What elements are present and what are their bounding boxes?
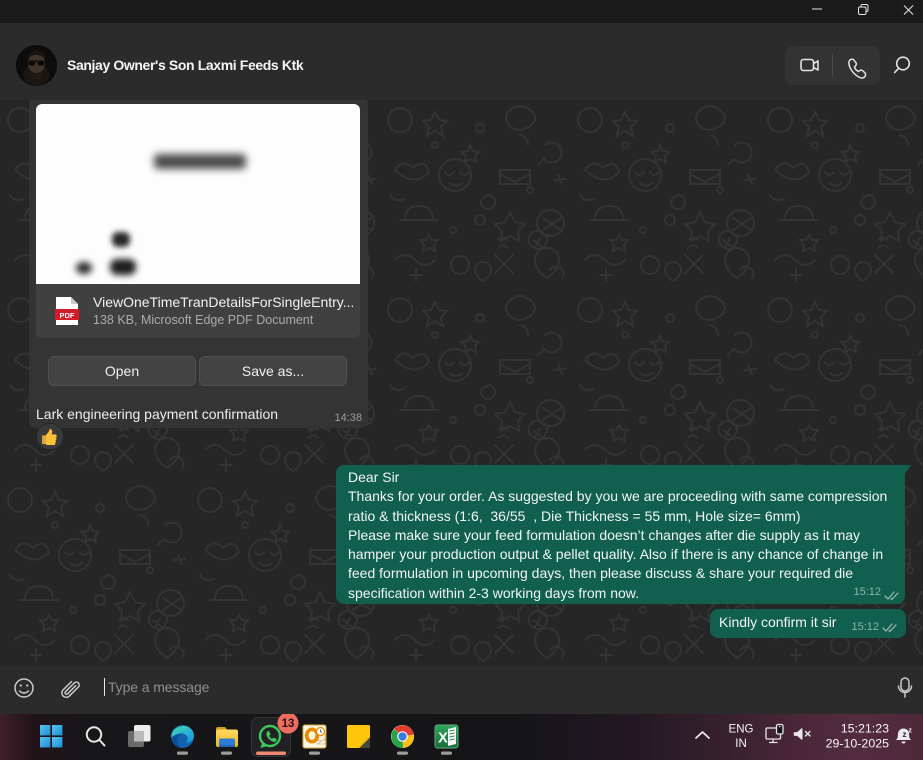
svg-text:z: z — [908, 726, 912, 735]
svg-text:X: X — [438, 731, 448, 747]
svg-text:29-10-2025: 29-10-2025 — [826, 737, 889, 751]
svg-text:ENG: ENG — [729, 724, 754, 736]
svg-text:13: 13 — [282, 718, 295, 730]
svg-text:15:21:23: 15:21:23 — [841, 722, 889, 736]
svg-text:PDF: PDF — [60, 311, 75, 320]
svg-text:z: z — [903, 730, 907, 739]
svg-text:IN: IN — [735, 738, 747, 750]
